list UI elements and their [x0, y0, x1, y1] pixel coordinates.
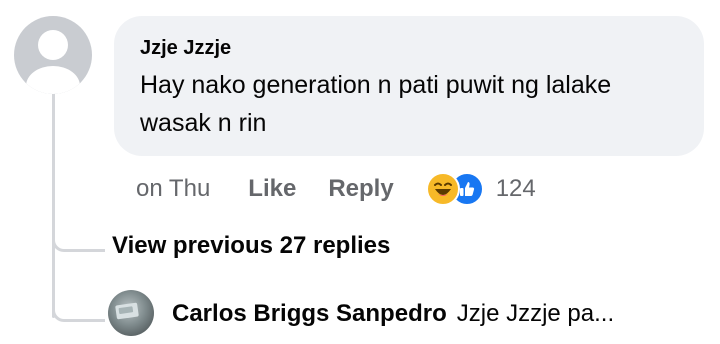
comment-bubble: Jzje Jzzje Hay nako generation n pati pu… [114, 16, 704, 156]
comment-author[interactable]: Jzje Jzzje [140, 36, 680, 60]
like-button[interactable]: Like [248, 175, 296, 203]
reply-avatar[interactable] [108, 290, 154, 336]
avatar[interactable] [14, 16, 92, 94]
reply-author[interactable]: Carlos Briggs Sanpedro [172, 300, 447, 327]
avatar-placeholder-body [26, 66, 80, 94]
reply-preview[interactable]: Carlos Briggs Sanpedro Jzje Jzzje pa... [172, 300, 614, 328]
thread-line [52, 92, 55, 318]
reaction-count: 124 [495, 175, 536, 202]
reply-button[interactable]: Reply [328, 175, 393, 203]
reactions-summary[interactable]: 124 [425, 172, 536, 206]
comment-text: Hay nako generation n pati puwit ng lala… [140, 71, 612, 137]
reply-snippet: Jzje Jzzje pa... [456, 300, 615, 327]
thread-branch-view-previous [52, 233, 105, 252]
view-previous-replies-link[interactable]: View previous 27 replies [112, 232, 390, 260]
thread-branch-reply [52, 301, 105, 322]
avatar-placeholder-head [38, 30, 68, 60]
comment-actions: on Thu Like Reply 124 [136, 172, 536, 206]
haha-icon [425, 172, 460, 206]
comment-timestamp[interactable]: on Thu [136, 175, 210, 203]
